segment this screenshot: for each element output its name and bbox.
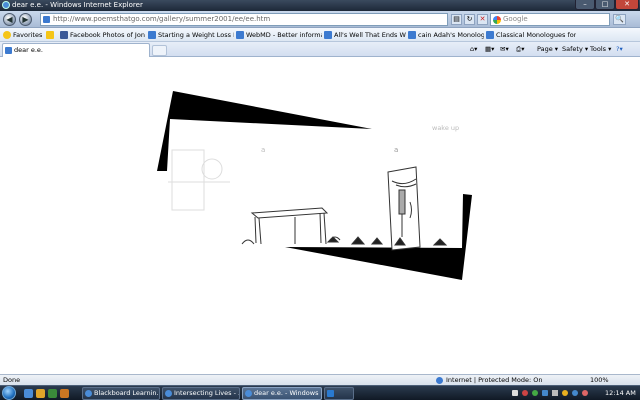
address-text: http://www.poemsthatgo.com/gallery/summe… — [53, 15, 271, 23]
print-icon[interactable]: ⎙▾ — [516, 44, 524, 55]
refresh-button[interactable]: ↻ — [464, 14, 475, 25]
forward-button[interactable]: ▶ — [19, 13, 32, 26]
favorite-item-classical-monologues[interactable]: Classical Monologues for ... — [486, 30, 576, 40]
page-menu[interactable]: Page ▾ — [537, 44, 558, 55]
taskbar-item-app[interactable] — [324, 387, 354, 400]
sink-sketch — [387, 166, 421, 251]
favorites-bar: Favorites Facebook Photos of Jon ... Sta… — [0, 28, 640, 42]
search-placeholder: Google — [503, 15, 528, 23]
add-star-icon — [46, 31, 54, 39]
app-icon — [327, 390, 334, 397]
favorite-item-cain-adah[interactable]: cain Adah's Monologue — [408, 30, 484, 40]
tab-title: dear e.e. — [14, 46, 43, 54]
compatibility-button[interactable]: ▤ — [451, 14, 462, 25]
power-icon[interactable] — [562, 390, 568, 396]
wake-up-text: wake up — [432, 124, 460, 132]
tab-bar: dear e.e. ⌂▾ ▦▾ ✉▾ ⎙▾ Page ▾ Safety ▾ To… — [0, 42, 640, 57]
page-icon — [43, 16, 50, 23]
page-icon — [236, 31, 244, 39]
maximize-button[interactable]: □ — [595, 0, 615, 10]
mail-icon[interactable]: ✉▾ — [500, 44, 509, 55]
bluetooth-icon[interactable] — [542, 390, 548, 396]
tools-menu[interactable]: Tools ▾ — [590, 44, 611, 55]
search-box[interactable]: Google — [490, 13, 610, 26]
safety-menu[interactable]: Safety ▾ — [562, 44, 588, 55]
facebook-icon — [60, 31, 68, 39]
page-icon — [408, 31, 416, 39]
taskbar-item-intersecting-lives[interactable]: Intersecting Lives - ... — [162, 387, 240, 400]
faint-sketch — [168, 149, 230, 211]
antivirus-icon[interactable] — [522, 390, 528, 396]
taskbar-item-blackboard[interactable]: Blackboard Learnin... — [82, 387, 160, 400]
favorite-item-weight-loss[interactable]: Starting a Weight Loss Pla... — [148, 30, 234, 40]
tab-dear-ee[interactable]: dear e.e. — [2, 43, 150, 57]
tray-app-icon[interactable] — [582, 390, 588, 396]
web-content: a a wake up — [0, 57, 640, 374]
table-sketch — [241, 207, 341, 245]
home-icon[interactable]: ⌂▾ — [470, 44, 477, 55]
floating-letter-a-left: a — [261, 146, 266, 154]
star-icon — [3, 31, 11, 39]
app-quicklaunch-icon[interactable] — [60, 389, 69, 398]
search-go-button[interactable]: 🔍 — [613, 14, 626, 25]
back-button[interactable]: ◀ — [3, 13, 16, 26]
internet-zone-icon — [436, 377, 443, 384]
ie-quicklaunch-icon[interactable] — [24, 389, 33, 398]
zoom-level[interactable]: 100% — [590, 375, 609, 385]
new-tab-button[interactable] — [152, 45, 167, 56]
feeds-icon[interactable]: ▦▾ — [485, 44, 494, 55]
favorite-item-alls-well[interactable]: All's Well That Ends Well ... — [324, 30, 406, 40]
messenger-icon[interactable] — [572, 390, 578, 396]
ie-icon — [85, 390, 92, 397]
window-title: dear e.e. - Windows Internet Explorer — [12, 1, 143, 9]
favorite-item-webmd[interactable]: WebMD - Better informati... — [236, 30, 322, 40]
favorites-button[interactable]: Favorites — [3, 30, 43, 40]
status-bar: Done Internet | Protected Mode: On 100% — [0, 374, 640, 385]
page-icon — [148, 31, 156, 39]
network-icon[interactable] — [512, 390, 518, 396]
folder-quicklaunch-icon[interactable] — [36, 389, 45, 398]
start-button[interactable] — [2, 386, 16, 400]
status-text: Done — [3, 376, 21, 384]
title-bar: dear e.e. - Windows Internet Explorer – … — [0, 0, 640, 11]
media-quicklaunch-icon[interactable] — [48, 389, 57, 398]
taskbar: Blackboard Learnin... Intersecting Lives… — [0, 385, 640, 400]
update-icon[interactable] — [532, 390, 538, 396]
clock[interactable]: 12:14 AM — [605, 387, 636, 399]
help-menu[interactable]: ?▾ — [616, 44, 623, 55]
minimize-button[interactable]: – — [575, 0, 595, 10]
system-tray: 12:14 AM — [510, 387, 638, 400]
add-favorite-button[interactable] — [46, 30, 58, 40]
page-icon — [5, 47, 12, 54]
page-icon — [486, 31, 494, 39]
navigation-bar: ◀ ▶ http://www.poemsthatgo.com/gallery/s… — [0, 11, 640, 28]
volume-icon[interactable] — [552, 390, 558, 396]
security-zone-text[interactable]: Internet | Protected Mode: On — [446, 375, 543, 385]
address-bar[interactable]: http://www.poemsthatgo.com/gallery/summe… — [40, 13, 448, 26]
floating-letter-a-right: a — [394, 146, 399, 154]
black-wedge-top — [157, 91, 372, 171]
close-button[interactable]: ✕ — [615, 0, 639, 10]
flash-animation — [157, 91, 472, 280]
floor-objects — [326, 236, 448, 246]
stop-button[interactable]: ✕ — [477, 14, 488, 25]
ie-icon — [165, 390, 172, 397]
taskbar-item-dear-ee[interactable]: dear e.e. - Windows ... — [242, 387, 322, 400]
black-wedge-bottom — [285, 194, 472, 280]
page-icon — [324, 31, 332, 39]
favorite-item-facebook[interactable]: Facebook Photos of Jon ... — [60, 30, 146, 40]
ie-logo-icon — [2, 1, 10, 9]
google-icon — [493, 16, 501, 24]
ie-icon — [245, 390, 252, 397]
